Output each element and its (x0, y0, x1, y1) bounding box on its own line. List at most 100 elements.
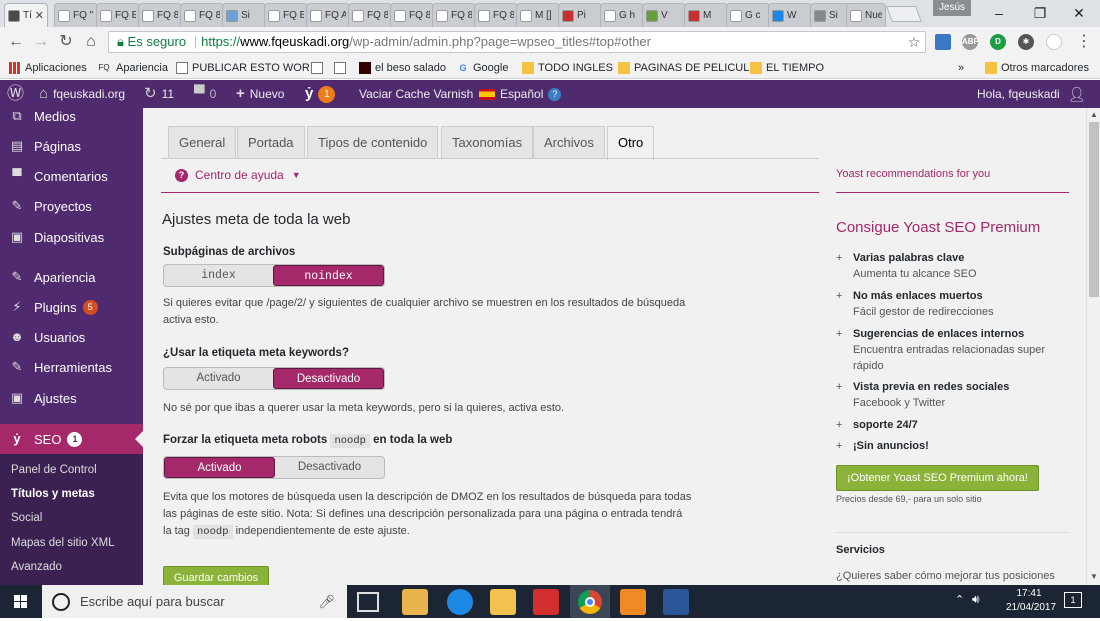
star-icon[interactable]: ☆ (904, 32, 924, 52)
menu-item-pginas[interactable]: ▤ Páginas (0, 132, 143, 160)
tab-portada[interactable]: Portada (237, 126, 305, 159)
extension-abp-icon[interactable]: ABP (962, 34, 979, 50)
browser-tab[interactable]: FQ " (54, 3, 98, 27)
other-bookmarks[interactable]: Otros marcadores (985, 60, 1089, 76)
browser-tab[interactable]: M [] (516, 3, 560, 27)
browser-tab[interactable]: Tí ✕ (4, 3, 48, 27)
noodp-disabled-option[interactable]: Desactivado (275, 457, 384, 478)
site-name-link[interactable]: ⌂ fqeuskadi.org (39, 80, 125, 108)
get-premium-button[interactable]: ¡Obtener Yoast SEO Premium ahora! (836, 465, 1039, 491)
bookmark-item[interactable]: EL TIEMPO (750, 60, 824, 76)
close-icon[interactable]: ✕ (35, 9, 44, 22)
browser-tab[interactable]: FQ 8 (474, 3, 518, 27)
scroll-thumb[interactable] (1089, 122, 1099, 297)
task-view-icon[interactable] (357, 592, 379, 612)
submenu-item[interactable]: Mapas del sitio XML (11, 537, 115, 549)
windows-start-button[interactable] (0, 585, 42, 618)
browser-tab[interactable]: FQ B (264, 3, 308, 27)
bookmark-item[interactable]: PAGINAS DE PELICUL (618, 60, 749, 76)
scroll-down-icon[interactable]: ▼ (1090, 572, 1098, 581)
tab-archivos[interactable]: Archivos (533, 126, 605, 159)
restore-button[interactable]: ❐ (1025, 4, 1055, 22)
menu-item-herramientas[interactable]: ✎ Herramientas (0, 353, 143, 381)
submenu-item[interactable]: Títulos y metas (11, 488, 95, 500)
bookmark-item[interactable]: G Google (457, 60, 508, 76)
menu-item-ajustes[interactable]: ▣ Ajustes (0, 384, 143, 412)
save-changes-button[interactable]: Guardar cambios (163, 566, 269, 585)
back-icon[interactable]: ← (6, 32, 26, 52)
chrome-app-active[interactable] (570, 585, 610, 618)
menu-item-diapositivas[interactable]: ▣ Diapositivas (0, 223, 143, 251)
notifications-icon[interactable]: 1 (1064, 592, 1082, 608)
browser-tab[interactable]: V (642, 3, 686, 27)
minimize-button[interactable]: – (984, 4, 1014, 22)
tray-caret-icon[interactable]: ⌃ (955, 593, 964, 606)
menu-item-apariencia[interactable]: ✎ Apariencia (0, 263, 143, 291)
extension-circle-icon[interactable] (1046, 34, 1062, 50)
shield-app-icon[interactable] (620, 589, 646, 615)
my-account-link[interactable]: Hola, fqeuskadi 👤︎ (977, 80, 1086, 108)
menu-item-seo[interactable]: ẏ SEO 1 (0, 424, 143, 454)
menu-item-comentarios[interactable]: ▀ Comentarios (0, 162, 143, 190)
menu-item-proyectos[interactable]: ✎ Proyectos (0, 192, 143, 220)
address-bar[interactable]: 🔒︎ Es seguro | https://www.fqeuskadi.org/… (108, 31, 926, 53)
noodp-toggle[interactable]: Activado Desactivado (163, 456, 385, 479)
wordpress-logo-icon[interactable]: Ⓦ (7, 80, 29, 108)
browser-tab[interactable]: FQ Ei (96, 3, 140, 27)
taskbar-search[interactable]: Escribe aquí para buscar 🎤︎ (42, 585, 347, 618)
bookmark-item[interactable]: Aplicaciones (9, 60, 87, 76)
chrome-menu-icon[interactable]: ⋮ (1074, 32, 1094, 52)
browser-tab[interactable]: Si (222, 3, 266, 27)
noodp-enabled-option[interactable]: Activado (164, 457, 275, 478)
browser-tab[interactable]: W (768, 3, 812, 27)
index-option[interactable]: index (164, 265, 273, 286)
browser-tab[interactable]: FQ 8 (432, 3, 476, 27)
new-content-link[interactable]: + Nuevo (236, 80, 284, 108)
submenu-item[interactable]: Social (11, 512, 42, 524)
word-app-icon[interactable] (663, 589, 689, 615)
comments-link[interactable]: ▀ 0 (194, 80, 216, 108)
tab-otro[interactable]: Otro (607, 126, 655, 160)
bookmark-item[interactable]: el beso salado (359, 60, 446, 76)
tab-general[interactable]: General (168, 126, 237, 159)
menu-item-plugins[interactable]: ⚡ Plugins 5 (0, 293, 143, 321)
bookmark-item[interactable] (334, 60, 350, 76)
menu-item-usuarios[interactable]: ☻ Usuarios (0, 323, 143, 351)
menu-item-medios[interactable]: ⧉ Medios (0, 108, 143, 130)
browser-tab[interactable]: Pi (558, 3, 602, 27)
close-window-button[interactable]: ✕ (1064, 4, 1094, 22)
language-switcher[interactable]: Español? (479, 80, 562, 108)
bookmark-item[interactable]: FQ Apariencia (96, 60, 168, 76)
browser-tab[interactable]: Nuev (846, 3, 886, 27)
scroll-up-icon[interactable]: ▲ (1090, 110, 1098, 119)
varnish-link[interactable]: Vaciar Cache Varnish (359, 80, 473, 108)
tab-taxonomas[interactable]: Taxonomías (441, 126, 534, 159)
extension-bug-icon[interactable]: ✱ (1018, 34, 1034, 50)
submenu-item[interactable]: Panel de Control (11, 464, 97, 476)
profile-chip[interactable]: Jesús (933, 0, 971, 16)
updates-link[interactable]: ↻ 11 (144, 80, 174, 108)
browser-tab[interactable]: FQ 8 (138, 3, 182, 27)
yoast-adminbar-link[interactable]: ẏ1 (305, 80, 336, 108)
noindex-option[interactable]: noindex (273, 265, 384, 286)
vivaldi-app-icon[interactable] (533, 589, 559, 615)
browser-tab[interactable]: FQ 8 (180, 3, 224, 27)
subpages-toggle[interactable]: index noindex (163, 264, 385, 287)
browser-tab[interactable]: FQ 8 (390, 3, 434, 27)
file-explorer-app-icon[interactable] (402, 589, 428, 615)
keywords-disabled-option[interactable]: Desactivado (273, 368, 384, 389)
submenu-item[interactable]: Avanzado (11, 561, 62, 573)
forward-icon[interactable]: → (31, 32, 51, 52)
bookmark-item[interactable]: TODO INGLES (522, 60, 613, 76)
keywords-enabled-option[interactable]: Activado (164, 368, 273, 389)
taskbar-clock[interactable]: 17:41 21/04/2017 (1006, 587, 1056, 615)
volume-icon[interactable]: 🔊︎ (972, 592, 980, 607)
bookmarks-overflow-button[interactable]: » (958, 60, 964, 76)
extension-d-icon[interactable]: D (990, 34, 1006, 50)
keywords-toggle[interactable]: Activado Desactivado (163, 367, 385, 390)
bookmark-item[interactable] (311, 60, 327, 76)
home-icon[interactable]: ⌂ (81, 32, 101, 52)
folder-app-icon[interactable] (490, 589, 516, 615)
browser-tab[interactable]: M (684, 3, 728, 27)
browser-tab[interactable]: G c (726, 3, 770, 27)
